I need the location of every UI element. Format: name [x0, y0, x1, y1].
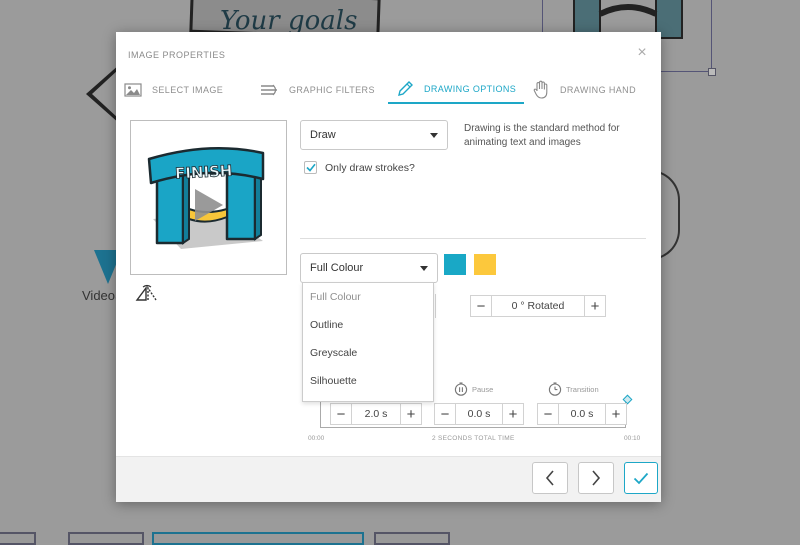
draw-method-value: Draw — [310, 129, 336, 141]
tab-bar: SELECT IMAGE GRAPHIC FILTERS DRAWING OPT… — [116, 76, 661, 106]
timeline-block[interactable] — [374, 532, 450, 545]
transition-duration-stepper[interactable]: − 0.0 s + — [537, 403, 627, 425]
pause-label: Pause — [454, 382, 493, 396]
confirm-button[interactable] — [624, 462, 658, 494]
minus-icon[interactable]: − — [435, 404, 455, 424]
colour-option-silhouette[interactable]: Silhouette — [303, 367, 433, 395]
timeline-block[interactable] — [0, 532, 36, 545]
rotation-value[interactable]: 0 ° Rotated — [491, 296, 585, 316]
close-icon[interactable]: × — [635, 45, 649, 61]
tab-select-image[interactable]: SELECT IMAGE — [124, 76, 242, 104]
pause-duration-value[interactable]: 0.0 s — [455, 404, 503, 424]
chevron-left-icon — [545, 470, 554, 486]
transition-label-text: Transition — [566, 384, 599, 394]
next-button[interactable] — [578, 462, 614, 494]
timeline-end-time: 00:10 — [624, 435, 641, 442]
left-arrow-inner — [92, 70, 118, 118]
pause-label-text: Pause — [472, 384, 494, 394]
resize-handle[interactable] — [708, 68, 716, 76]
colour-mode-value: Full Colour — [310, 262, 364, 274]
transition-duration-value[interactable]: 0.0 s — [558, 404, 606, 424]
checkmark-icon — [633, 472, 649, 484]
chevron-down-icon — [420, 266, 428, 271]
flip-image-icon[interactable] — [134, 284, 158, 302]
colour-mode-dropdown: Full Colour Outline Greyscale Silhouette — [302, 282, 434, 402]
tab-label: GRAPHIC FILTERS — [289, 85, 375, 95]
draw-method-select[interactable]: Draw — [300, 120, 448, 150]
colour-option-full-colour[interactable]: Full Colour — [303, 283, 433, 311]
plus-icon[interactable]: + — [585, 296, 605, 316]
colour-swatch-blue[interactable] — [444, 254, 466, 275]
finish-sign-text: FINISH — [175, 162, 233, 183]
total-time-label: 2 SECONDS TOTAL TIME — [432, 435, 515, 442]
minus-icon[interactable]: − — [538, 404, 558, 424]
plus-icon[interactable]: + — [503, 404, 523, 424]
timeline-strip — [0, 530, 800, 545]
stopwatch-icon — [548, 382, 562, 396]
timeline-block-selected[interactable] — [152, 532, 364, 545]
section-divider — [300, 238, 646, 239]
filters-icon — [261, 84, 277, 96]
plus-icon[interactable]: + — [606, 404, 626, 424]
transition-label: Transition — [548, 382, 599, 396]
finish-arch-image: FINISH — [147, 146, 265, 249]
only-draw-strokes-toggle[interactable]: Only draw strokes? — [304, 161, 415, 174]
colour-option-outline[interactable]: Outline — [303, 311, 433, 339]
pause-duration-stepper[interactable]: − 0.0 s + — [434, 403, 524, 425]
tab-graphic-filters[interactable]: GRAPHIC FILTERS — [259, 76, 377, 104]
hand-icon — [533, 80, 548, 99]
image-icon — [124, 83, 142, 97]
checkmark-icon — [305, 163, 316, 172]
hidden-field-edge — [434, 294, 436, 318]
pause-icon — [454, 382, 468, 396]
rotation-stepper[interactable]: − 0 ° Rotated + — [470, 295, 606, 317]
only-draw-strokes-label: Only draw strokes? — [325, 161, 415, 174]
chevron-right-icon — [592, 470, 601, 486]
chevron-down-icon — [430, 133, 438, 138]
timeline-block[interactable] — [68, 532, 144, 545]
draw-duration-stepper[interactable]: − 2.0 s + — [330, 403, 422, 425]
draw-method-description: Drawing is the standard method for anima… — [464, 123, 620, 148]
pencil-icon — [398, 81, 413, 96]
tab-label: SELECT IMAGE — [152, 85, 224, 95]
plus-icon[interactable]: + — [401, 404, 421, 424]
tab-drawing-hand[interactable]: DRAWING HAND — [532, 76, 652, 104]
colour-option-greyscale[interactable]: Greyscale — [303, 339, 433, 367]
minus-icon[interactable]: − — [331, 404, 351, 424]
minus-icon[interactable]: − — [471, 296, 491, 316]
image-preview: FINISH — [130, 120, 287, 275]
colour-mode-select[interactable]: Full Colour — [300, 253, 438, 283]
draw-duration-value[interactable]: 2.0 s — [351, 404, 401, 424]
dialog-title: IMAGE PROPERTIES — [128, 50, 226, 60]
timeline-start-time: 00:00 — [308, 435, 325, 442]
tab-label: DRAWING OPTIONS — [424, 84, 517, 94]
image-properties-dialog: IMAGE PROPERTIES × SELECT IMAGE GRAPHIC … — [116, 32, 661, 502]
colour-swatch-yellow[interactable] — [474, 254, 496, 275]
tab-label: DRAWING HAND — [560, 85, 636, 95]
only-draw-strokes-checkbox[interactable] — [304, 161, 317, 174]
previous-button[interactable] — [532, 462, 568, 494]
tab-drawing-options[interactable]: DRAWING OPTIONS — [388, 76, 524, 104]
